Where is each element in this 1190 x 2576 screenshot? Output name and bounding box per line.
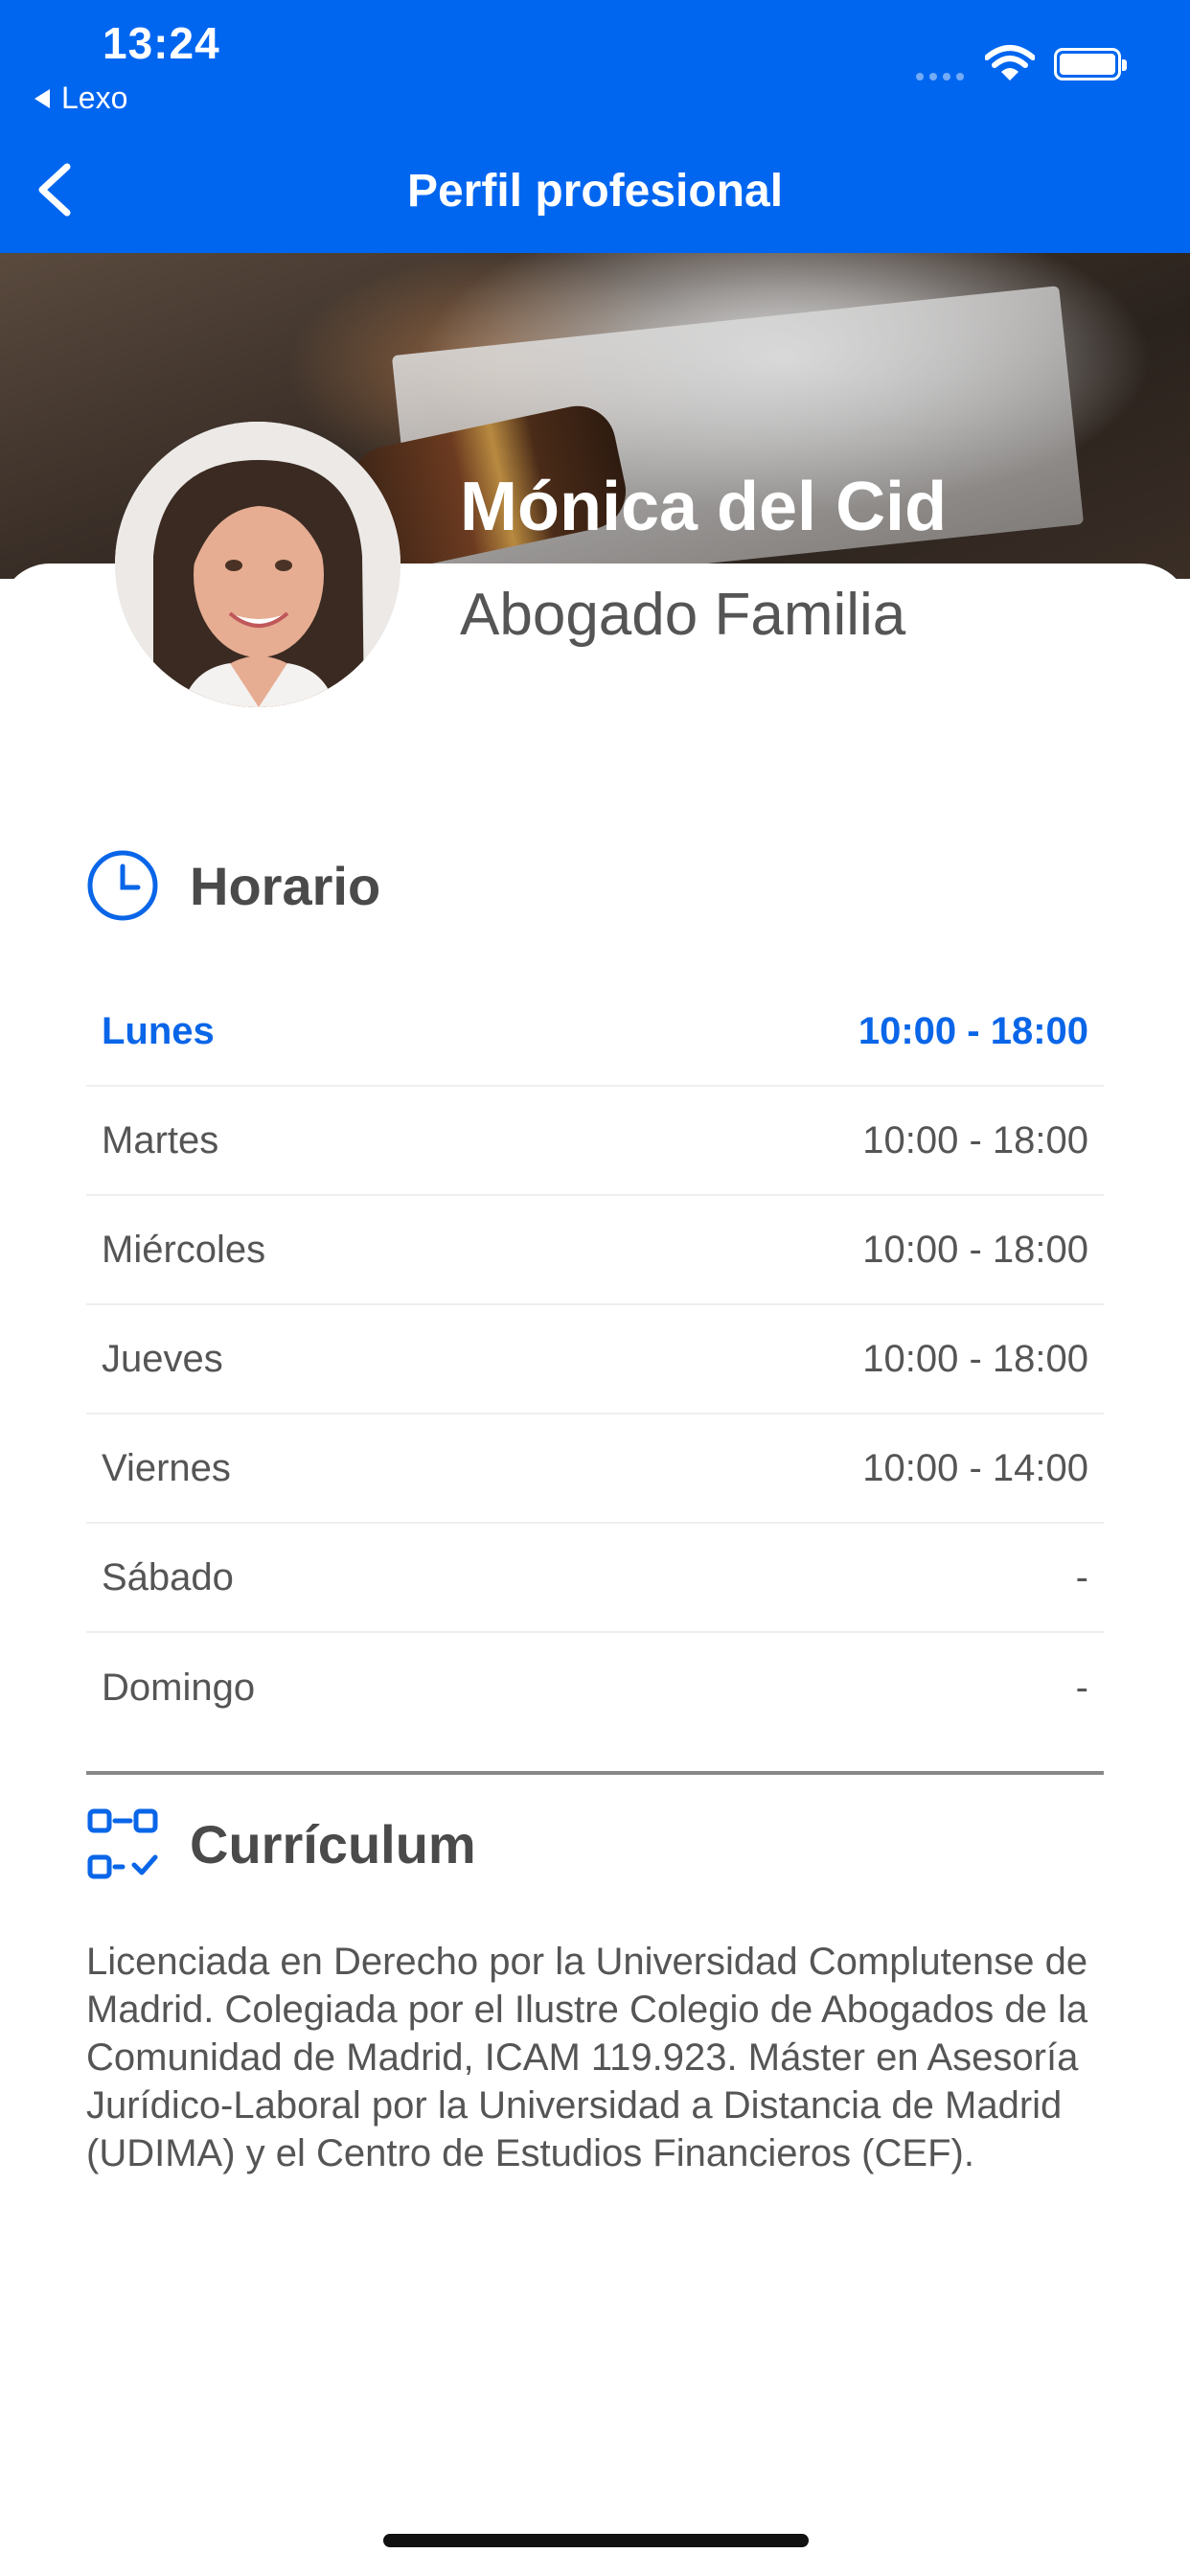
schedule-hours: 10:00 - 18:00	[862, 1228, 1088, 1271]
schedule-row-miercoles: Miércoles 10:00 - 18:00	[86, 1196, 1104, 1305]
schedule-day: Lunes	[102, 1009, 215, 1052]
schedule-row-sabado: Sábado -	[86, 1524, 1104, 1633]
avatar-portrait	[115, 422, 400, 707]
profile-role: Abogado Familia	[460, 582, 906, 648]
schedule-day: Jueves	[102, 1337, 223, 1380]
page-title: Perfil profesional	[406, 166, 784, 217]
schedule-hours: -	[1075, 1666, 1088, 1709]
schedule-day: Miércoles	[102, 1228, 266, 1271]
curriculum-icon	[87, 1808, 158, 1879]
schedule-row-martes: Martes 10:00 - 18:00	[86, 1087, 1104, 1196]
avatar	[115, 422, 400, 707]
profile-screen: 13:24 Lexo Perfil profesional Mónica del…	[0, 0, 1190, 2576]
schedule-day: Martes	[102, 1118, 219, 1162]
schedule-row-viernes: Viernes 10:00 - 14:00	[86, 1414, 1104, 1524]
schedule-row-lunes: Lunes 10:00 - 18:00	[86, 978, 1104, 1087]
wifi-icon	[985, 45, 1035, 80]
schedule-row-jueves: Jueves 10:00 - 18:00	[86, 1305, 1104, 1414]
section-divider	[86, 1771, 1104, 1775]
schedule-hours: -	[1075, 1555, 1088, 1598]
battery-icon	[1054, 48, 1127, 80]
schedule-day: Sábado	[102, 1555, 234, 1598]
schedule-hours: 10:00 - 18:00	[862, 1337, 1088, 1380]
curriculum-text: Licenciada en Derecho por la Universidad…	[86, 1941, 1088, 2174]
back-app-label: Lexo	[61, 80, 128, 115]
schedule-heading: Horario	[84, 847, 380, 924]
schedule-hours: 10:00 - 14:00	[862, 1446, 1088, 1489]
clock-icon	[87, 850, 158, 921]
schedule-title: Horario	[190, 855, 381, 916]
curriculum-title: Currículum	[190, 1813, 476, 1874]
curriculum-heading: Currículum	[84, 1806, 476, 1882]
schedule-hours: 10:00 - 18:00	[862, 1118, 1088, 1162]
signal-icon	[916, 73, 964, 80]
top-bar: 13:24 Lexo Perfil profesional	[0, 0, 1190, 253]
schedule-day: Viernes	[102, 1446, 231, 1489]
schedule-day: Domingo	[102, 1666, 256, 1709]
back-triangle-icon	[34, 88, 50, 108]
schedule-hours: 10:00 - 18:00	[858, 1009, 1088, 1052]
home-indicator[interactable]	[383, 2534, 809, 2547]
schedule-row-domingo: Domingo -	[86, 1633, 1104, 1742]
schedule-table: Lunes 10:00 - 18:00 Martes 10:00 - 18:00…	[86, 978, 1104, 1742]
profile-name: Mónica del Cid	[460, 469, 948, 545]
back-to-app-link[interactable]: Lexo	[34, 80, 127, 116]
status-time: 13:24	[103, 18, 220, 68]
